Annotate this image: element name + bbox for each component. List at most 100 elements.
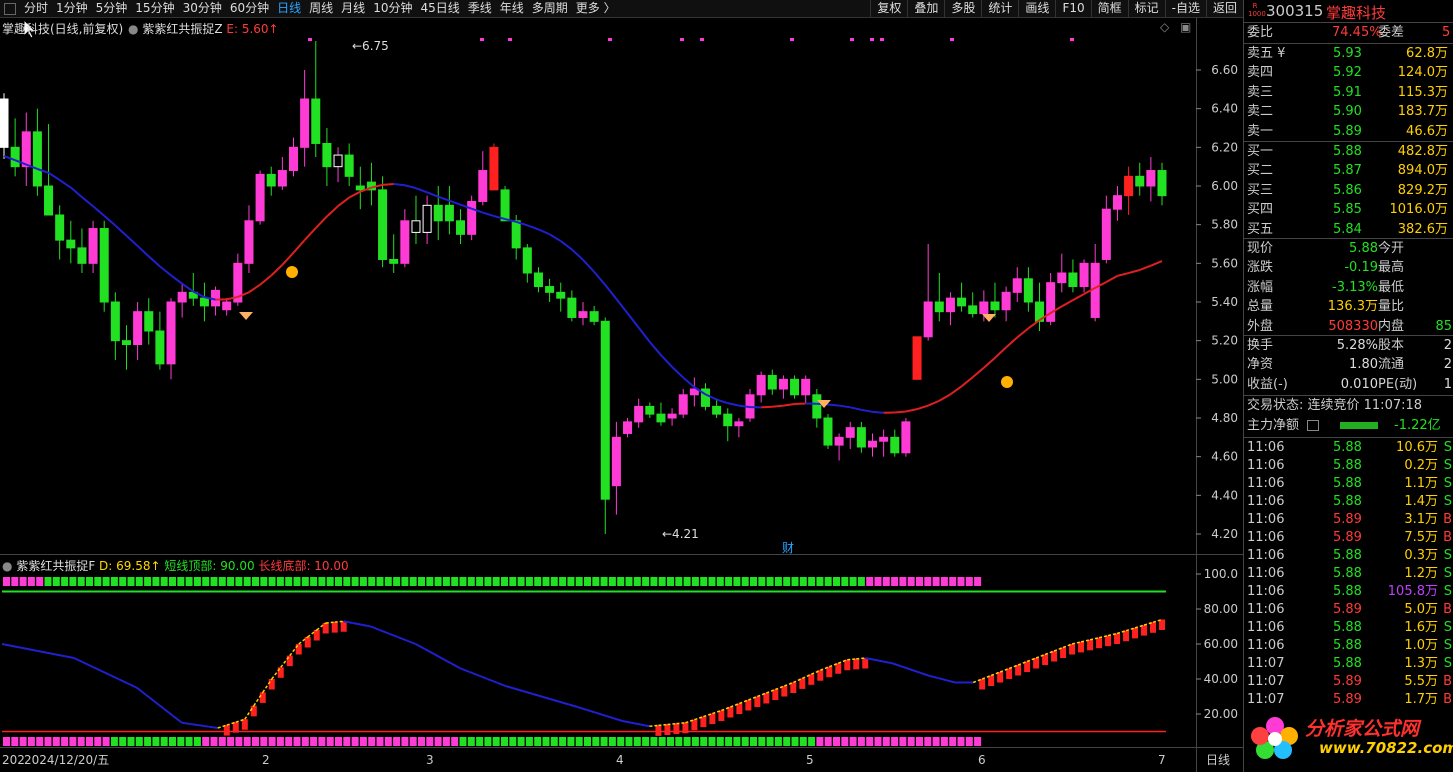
osc-bar bbox=[655, 725, 662, 736]
quote-label: 收益(-) bbox=[1247, 376, 1288, 392]
tab-period-13[interactable]: 多周期 bbox=[528, 0, 572, 17]
toolbar-button-3[interactable]: 统计 bbox=[981, 0, 1018, 17]
candle-body bbox=[623, 421, 633, 434]
list-icon[interactable] bbox=[1307, 420, 1319, 431]
candle-body bbox=[222, 301, 232, 311]
bottom-strip-cell bbox=[52, 737, 60, 746]
indicator-toggle-icon[interactable]: ● bbox=[128, 22, 138, 36]
diamond-icon[interactable]: ◇ bbox=[1160, 20, 1169, 34]
book-price: 5.91 bbox=[1333, 84, 1362, 100]
quote-value: 0.010 bbox=[1340, 376, 1378, 392]
badge-icon: R 1000 bbox=[1248, 2, 1266, 18]
toolbar-button-6[interactable]: 简框 bbox=[1090, 0, 1128, 17]
tab-period-10[interactable]: 45日线 bbox=[416, 0, 463, 17]
top-strip-cell bbox=[359, 577, 367, 586]
toolbar-button-8[interactable]: -自选 bbox=[1164, 0, 1206, 17]
xaxis-mode[interactable]: 日线 bbox=[1206, 753, 1230, 767]
bottom-strip-cell bbox=[94, 737, 102, 746]
tab-period-12[interactable]: 年线 bbox=[496, 0, 528, 17]
signal-dot bbox=[1070, 38, 1074, 41]
sub-indicator-header: ● 紫紫红共振捉F D: 69.58↑ 短线顶部: 90.00 长线底部: 10… bbox=[2, 557, 349, 574]
tick-side: B bbox=[1443, 530, 1452, 545]
bottom-strip-cell bbox=[708, 737, 716, 746]
tab-period-6[interactable]: 日线 bbox=[273, 0, 305, 17]
book-volume: 382.6万 bbox=[1397, 221, 1448, 237]
sells-row[interactable]: 卖四 5.92 124.0万 bbox=[1244, 63, 1453, 82]
candle-body bbox=[1146, 170, 1156, 187]
tab-period-14[interactable]: 更多 〉 bbox=[572, 0, 620, 17]
tab-period-3[interactable]: 15分钟 bbox=[131, 0, 178, 17]
buys-row[interactable]: 买三 5.86 829.2万 bbox=[1244, 181, 1453, 200]
tick-side: B bbox=[1443, 512, 1452, 527]
sub-toggle-icon[interactable]: ● bbox=[2, 559, 12, 573]
tick-price: 5.88 bbox=[1333, 476, 1362, 491]
bottom-strip-cell bbox=[393, 737, 401, 746]
top-strip-cell bbox=[608, 577, 616, 586]
bottom-strip-cell bbox=[418, 737, 425, 746]
ytick-label: 5.40 bbox=[1211, 295, 1238, 309]
toolbar-button-7[interactable]: 标记 bbox=[1127, 0, 1165, 17]
candle-body bbox=[834, 436, 844, 446]
osc-bar bbox=[313, 630, 320, 641]
quote-row: 涨幅 -3.13% 最低 bbox=[1244, 278, 1453, 297]
buys-row[interactable]: 买五 5.84 382.6万 bbox=[1244, 220, 1453, 239]
menu-square-icon[interactable] bbox=[4, 2, 16, 15]
top-strip-cell bbox=[650, 577, 658, 586]
high-marker: ←6.75 bbox=[352, 39, 389, 53]
tab-period-1[interactable]: 1分钟 bbox=[52, 0, 92, 17]
toolbar-button-0[interactable]: 复权 bbox=[870, 0, 907, 17]
kline-chart[interactable]: 6.60 6.40 6.20 6.00 5.80 5.60 5.40 5.20 5.00 4.80… bbox=[0, 18, 1243, 772]
bottom-strip-cell bbox=[243, 737, 251, 746]
tab-period-11[interactable]: 季线 bbox=[464, 0, 496, 17]
candle-body bbox=[411, 220, 421, 233]
book-label: 买三 bbox=[1247, 182, 1274, 198]
candle-body bbox=[611, 436, 621, 487]
toolbar-button-5[interactable]: F10 bbox=[1055, 0, 1090, 17]
tab-period-5[interactable]: 60分钟 bbox=[226, 0, 273, 17]
candle-body bbox=[199, 297, 209, 307]
top-strip-cell bbox=[683, 577, 691, 586]
top-strip-cell bbox=[467, 577, 475, 586]
fin-marker[interactable]: 财 bbox=[782, 541, 794, 555]
tick-time: 11:06 bbox=[1247, 548, 1285, 563]
candle-body bbox=[522, 247, 532, 274]
top-strip-cell bbox=[857, 577, 865, 586]
xaxis-label: 7 bbox=[1158, 753, 1166, 767]
quote-label-2: 最高 bbox=[1378, 260, 1405, 276]
toolbar-button-9[interactable]: 返回 bbox=[1205, 0, 1243, 17]
sells-row[interactable]: 卖三 5.91 115.3万 bbox=[1244, 83, 1453, 102]
sells-row[interactable]: 卖一 5.89 46.6万 bbox=[1244, 122, 1453, 141]
tab-period-9[interactable]: 10分钟 bbox=[369, 0, 416, 17]
tab-period-8[interactable]: 月线 bbox=[337, 0, 369, 17]
tab-period-4[interactable]: 30分钟 bbox=[179, 0, 226, 17]
tab-period-2[interactable]: 5分钟 bbox=[92, 0, 132, 17]
tick-side: S bbox=[1443, 458, 1452, 473]
toolbar-button-4[interactable]: 画线 bbox=[1018, 0, 1055, 17]
buys-row[interactable]: 买二 5.87 894.0万 bbox=[1244, 161, 1453, 180]
bottom-strip-cell bbox=[202, 737, 210, 746]
toolbar-button-1[interactable]: 叠加 bbox=[907, 0, 944, 17]
tab-period-0[interactable]: 分时 bbox=[20, 0, 52, 17]
tick-side: S bbox=[1443, 566, 1452, 581]
buys-row[interactable]: 买四 5.85 1016.0万 bbox=[1244, 200, 1453, 219]
top-strip-cell bbox=[833, 577, 840, 586]
candle-body bbox=[478, 170, 488, 202]
quote-label: 净资 bbox=[1247, 357, 1274, 373]
tab-period-7[interactable]: 周线 bbox=[305, 0, 337, 17]
osc-bar bbox=[223, 725, 230, 736]
buys-row[interactable]: 买一 5.88 482.8万 bbox=[1244, 142, 1453, 161]
toolbar-button-2[interactable]: 多股 bbox=[944, 0, 981, 17]
bottom-strip-cell bbox=[774, 737, 782, 746]
osc-line-segment bbox=[190, 723, 200, 727]
top-strip-cell bbox=[11, 577, 19, 586]
candle-body bbox=[433, 204, 443, 222]
window-icon[interactable]: ▣ bbox=[1180, 20, 1191, 34]
sells-row[interactable]: 卖五 ¥ 5.93 62.8万 bbox=[1244, 44, 1453, 63]
candle-body bbox=[767, 374, 777, 390]
sub-d-value: D: 69.58↑ bbox=[99, 559, 161, 573]
bottom-strip-cell bbox=[69, 737, 77, 746]
sells-row[interactable]: 卖二 5.90 183.7万 bbox=[1244, 102, 1453, 121]
bottom-strip-cell bbox=[534, 737, 542, 746]
sub-indicator-label: 紫紫红共振捉F bbox=[16, 559, 96, 573]
top-strip-cell bbox=[459, 577, 467, 586]
